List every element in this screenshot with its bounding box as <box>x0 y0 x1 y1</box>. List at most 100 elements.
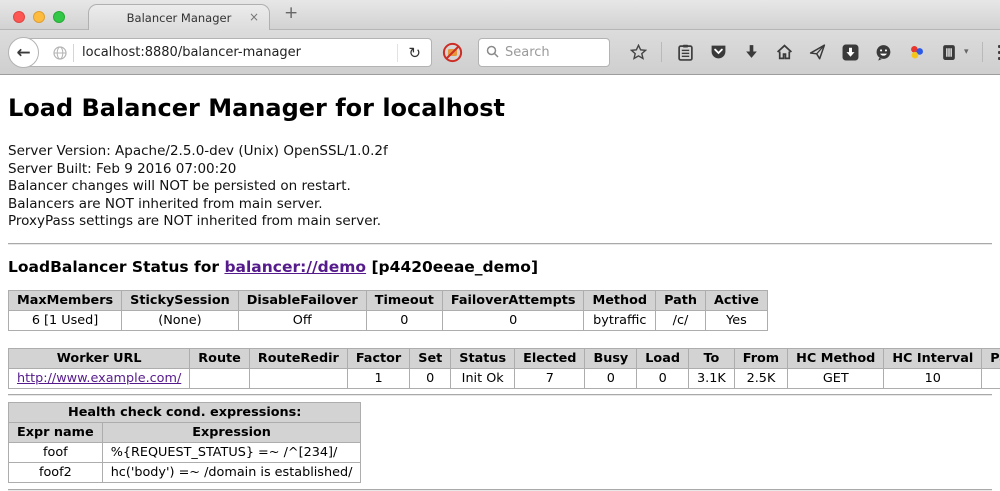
chevron-down-icon[interactable]: ▾ <box>964 47 969 57</box>
cell: 10 <box>884 368 982 388</box>
search-icon <box>486 43 499 62</box>
send-icon[interactable] <box>807 36 827 68</box>
browser-tab[interactable]: Balancer Manager × <box>88 4 270 30</box>
table-row: http://www.example.com/10Init Ok7003.1K2… <box>9 368 1000 388</box>
cell: http://www.example.com/ <box>9 368 190 388</box>
home-icon[interactable] <box>774 36 794 68</box>
column-header: Load <box>637 348 689 368</box>
column-header: Expr name <box>9 422 103 442</box>
balancer-settings-table: MaxMembersStickySessionDisableFailoverTi… <box>8 290 768 331</box>
cell: 0 <box>366 310 442 330</box>
navigation-toolbar: ← localhost:8880/balancer-manager ↻ Sear… <box>0 30 1000 75</box>
plugin-blocked-icon[interactable] <box>442 42 463 63</box>
column-header: DisableFailover <box>238 290 366 310</box>
download-icon[interactable] <box>741 36 761 68</box>
window-titlebar: Balancer Manager × + <box>0 0 1000 30</box>
health-table-title: Health check cond. expressions: <box>9 402 361 422</box>
multi-color-dots-icon[interactable] <box>906 36 926 68</box>
pocket-icon[interactable] <box>708 36 728 68</box>
tab-close-icon[interactable]: × <box>249 10 259 24</box>
divider <box>8 394 992 396</box>
reading-list-icon[interactable] <box>675 36 695 68</box>
table-row: 6 [1 Used](None)Off00bytraffic/c/Yes <box>9 310 768 330</box>
cell: bytraffic <box>584 310 656 330</box>
cell: %{REQUEST_STATUS} =~ /^[234]/ <box>102 442 361 462</box>
window-zoom-button[interactable] <box>53 11 65 23</box>
cell: foof2 <box>9 462 103 482</box>
cell: 0 <box>637 368 689 388</box>
tab-title: Balancer Manager <box>127 11 232 25</box>
cell: 1 (0) <box>982 368 1000 388</box>
back-button[interactable]: ← <box>8 37 39 68</box>
page-content: Load Balancer Manager for localhost Serv… <box>0 75 1000 491</box>
url-text[interactable]: localhost:8880/balancer-manager <box>82 45 397 60</box>
divider <box>8 243 992 245</box>
column-header: Method <box>584 290 656 310</box>
cell: 0 <box>410 368 451 388</box>
status-suffix: [p4420eeae_demo] <box>366 258 538 276</box>
cell: Yes <box>705 310 767 330</box>
balancer-link[interactable]: balancer://demo <box>224 258 366 276</box>
bookmark-star-icon[interactable] <box>628 36 648 68</box>
column-header: RouteRedir <box>249 348 347 368</box>
column-header: Elected <box>515 348 585 368</box>
server-info-line: Server Version: Apache/2.5.0-dev (Unix) … <box>8 143 992 161</box>
column-header: Expression <box>102 422 361 442</box>
cell: 0 <box>442 310 584 330</box>
column-header: Factor <box>347 348 409 368</box>
status-prefix: LoadBalancer Status for <box>8 258 224 276</box>
cell: /c/ <box>656 310 706 330</box>
video-download-icon[interactable] <box>840 36 860 68</box>
column-header: HC Method <box>788 348 884 368</box>
search-placeholder: Search <box>505 45 550 60</box>
cell <box>249 368 347 388</box>
column-header: Timeout <box>366 290 442 310</box>
globe-icon <box>53 46 67 60</box>
cell: GET <box>788 368 884 388</box>
server-info-line: Server Built: Feb 9 2016 07:00:20 <box>8 161 992 179</box>
menu-icon[interactable] <box>996 36 1000 68</box>
column-header: Active <box>705 290 767 310</box>
column-header: Busy <box>585 348 637 368</box>
search-bar[interactable]: Search <box>478 38 610 67</box>
reload-icon[interactable]: ↻ <box>397 44 431 62</box>
url-bar[interactable]: localhost:8880/balancer-manager ↻ <box>24 38 432 67</box>
cell: foof <box>9 442 103 462</box>
cell: 2.5K <box>734 368 787 388</box>
column-header: Set <box>410 348 451 368</box>
toolbar-separator <box>982 42 983 62</box>
server-info-line: ProxyPass settings are NOT inherited fro… <box>8 213 992 231</box>
cell <box>190 368 250 388</box>
column-header: MaxMembers <box>9 290 122 310</box>
toolbar-separator <box>661 42 662 62</box>
table-row: foof2hc('body') =~ /domain is establishe… <box>9 462 361 482</box>
column-header: HC Interval <box>884 348 982 368</box>
server-info-line: Balancers are NOT inherited from main se… <box>8 196 992 214</box>
cell: 6 [1 Used] <box>9 310 122 330</box>
cell: Init Ok <box>451 368 515 388</box>
column-header: Path <box>656 290 706 310</box>
worker-status-table: Worker URLRouteRouteRedirFactorSetStatus… <box>8 348 1000 389</box>
container-icon[interactable] <box>939 36 959 68</box>
cell: 0 <box>585 368 637 388</box>
table-row: foof%{REQUEST_STATUS} =~ /^[234]/ <box>9 442 361 462</box>
new-tab-button[interactable]: + <box>284 3 298 23</box>
column-header: From <box>734 348 787 368</box>
server-info: Server Version: Apache/2.5.0-dev (Unix) … <box>8 143 992 231</box>
column-header: Status <box>451 348 515 368</box>
worker-url-link[interactable]: http://www.example.com/ <box>17 371 181 386</box>
cell: (None) <box>122 310 239 330</box>
column-header: StickySession <box>122 290 239 310</box>
column-header: To <box>689 348 735 368</box>
cell: 1 <box>347 368 409 388</box>
column-header: Worker URL <box>9 348 190 368</box>
window-close-button[interactable] <box>13 11 25 23</box>
cell: hc('body') =~ /domain is established/ <box>102 462 361 482</box>
column-header: FailoverAttempts <box>442 290 584 310</box>
cell: 3.1K <box>689 368 735 388</box>
chat-smiley-icon[interactable] <box>873 36 893 68</box>
cell: 7 <box>515 368 585 388</box>
window-minimize-button[interactable] <box>33 11 45 23</box>
page-title: Load Balancer Manager for localhost <box>8 75 992 122</box>
urlbar-separator <box>73 44 74 62</box>
